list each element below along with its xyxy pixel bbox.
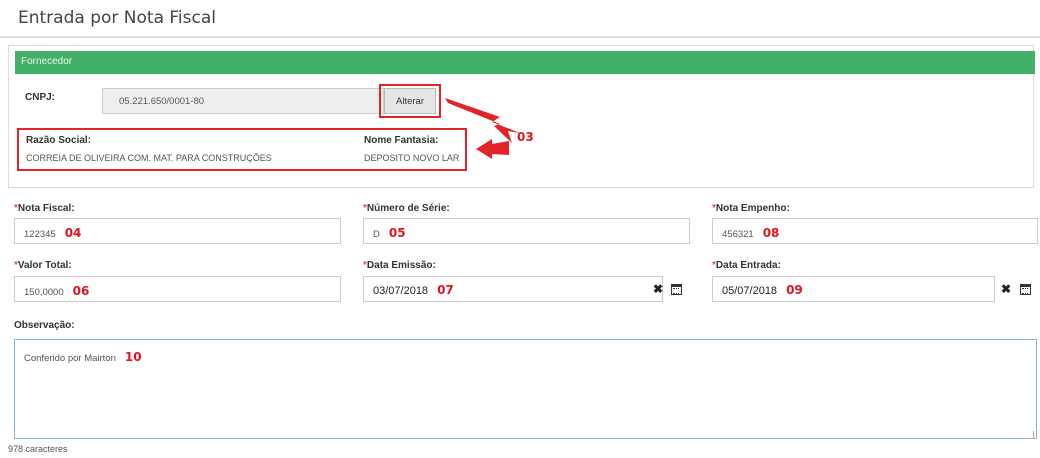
observacao-label: Observação: <box>14 320 75 331</box>
annotation-07: 07 <box>437 283 454 297</box>
nota-fiscal-value: 122345 <box>24 229 56 240</box>
data-emissao-value: 03/07/2018 <box>373 285 429 297</box>
valor-total-label: *Valor Total: <box>14 260 72 271</box>
annotation-06: 06 <box>72 284 90 298</box>
numero-serie-input[interactable]: D 05 <box>363 218 690 244</box>
nota-fiscal-input[interactable]: 122345 04 <box>14 218 341 244</box>
nota-fiscal-label: *Nota Fiscal: <box>14 203 75 214</box>
data-emissao-input[interactable]: 03/07/2018 07 <box>363 276 663 302</box>
observacao-textarea[interactable]: Conferido por Mairton 10 <box>14 339 1037 439</box>
nota-empenho-label-text: Nota Empenho: <box>715 203 790 214</box>
data-entrada-value: 05/07/2018 <box>722 285 778 297</box>
data-entrada-label: *Data Entrada: <box>712 260 781 271</box>
cnpj-field: 05.221.650/0001-80 <box>102 88 384 114</box>
nota-empenho-value: 456321 <box>722 229 754 240</box>
data-entrada-input[interactable]: 05/07/2018 09 <box>712 276 995 302</box>
clear-icon[interactable]: ✖ <box>1001 282 1011 296</box>
observacao-value: Conferido por Mairton <box>24 353 116 364</box>
razao-social-value: CORREIA DE OLIVEIRA COM. MAT. PARA CONST… <box>26 153 272 163</box>
annotation-04: 04 <box>64 226 82 240</box>
valor-total-value: 150,0000 <box>24 287 64 298</box>
textarea-resize-handle[interactable] <box>1026 431 1034 439</box>
annotation-08: 08 <box>762 226 780 240</box>
annotation-03: 03 <box>517 130 534 144</box>
annotation-10: 10 <box>124 350 142 364</box>
annotation-09: 09 <box>786 283 803 297</box>
calendar-icon[interactable] <box>1020 284 1031 295</box>
valor-total-input[interactable]: 150,0000 06 <box>14 276 341 302</box>
nome-fantasia-label: Nome Fantasia: <box>364 135 439 146</box>
left-arrow-icon <box>476 139 509 159</box>
fornecedor-header-label: Fornecedor <box>21 56 73 67</box>
nota-empenho-input[interactable]: 456321 08 <box>712 218 1038 244</box>
data-emissao-label: *Data Emissão: <box>363 260 436 271</box>
nota-fiscal-label-text: Nota Fiscal: <box>17 203 75 214</box>
data-emissao-label-text: Data Emissão: <box>366 260 436 271</box>
fornecedor-panel-header: Fornecedor <box>15 51 1035 74</box>
valor-total-label-text: Valor Total: <box>17 260 72 271</box>
nota-empenho-label: *Nota Empenho: <box>712 203 790 214</box>
clear-icon[interactable]: ✖ <box>653 282 663 296</box>
razao-social-label: Razão Social: <box>26 135 92 146</box>
title-divider <box>0 36 1040 38</box>
cnpj-label: CNPJ: <box>25 92 56 103</box>
data-entrada-label-text: Data Entrada: <box>715 260 781 271</box>
lightning-arrow-icon <box>445 98 520 143</box>
character-counter: 978 caracteres <box>8 444 68 454</box>
calendar-icon[interactable] <box>671 284 682 295</box>
page-title: Entrada por Nota Fiscal <box>18 8 216 28</box>
numero-serie-label-text: Número de Série: <box>366 203 450 214</box>
numero-serie-value: D <box>373 229 380 240</box>
annotation-05: 05 <box>388 226 406 240</box>
numero-serie-label: *Número de Série: <box>363 203 450 214</box>
highlight-alterar <box>379 84 441 118</box>
